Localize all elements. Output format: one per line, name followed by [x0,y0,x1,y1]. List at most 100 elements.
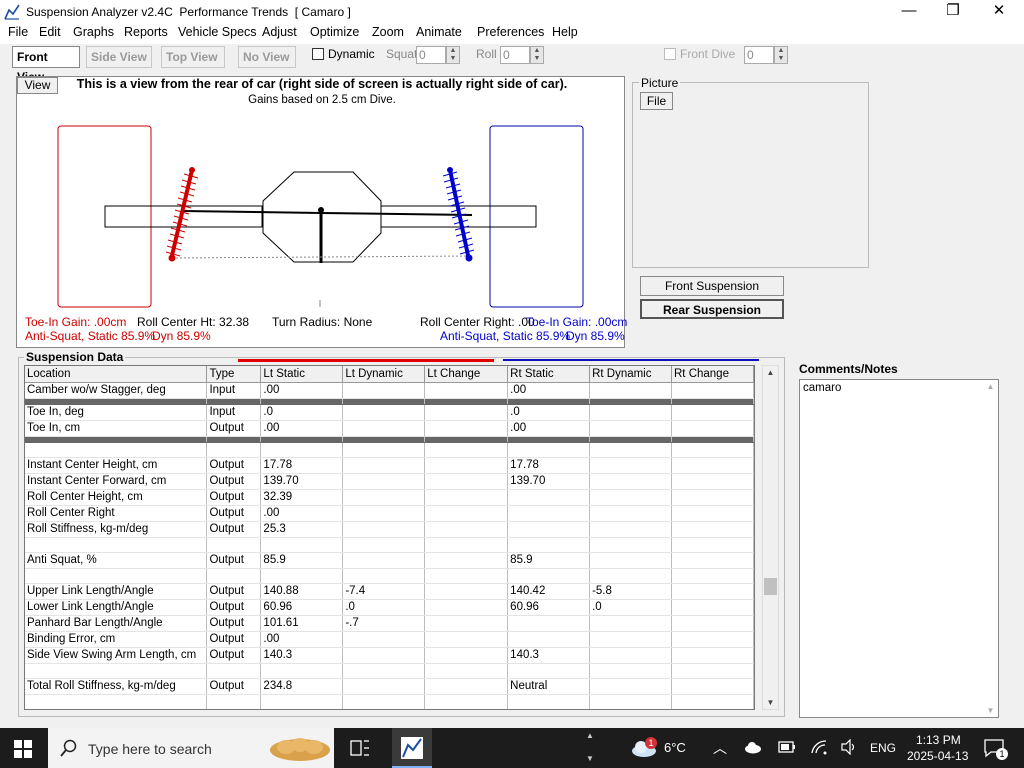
table-cell[interactable] [671,489,754,506]
picture-file-button[interactable]: File [640,92,673,110]
table-cell[interactable] [424,552,509,569]
table-cell[interactable] [507,521,591,538]
view-button[interactable]: View [17,77,58,94]
table-row[interactable]: Toe In, deg Input .0.0 [25,404,754,421]
table-cell[interactable]: Input [206,404,262,421]
language-indicator[interactable]: ENG [870,741,896,755]
tab-no-view[interactable]: No View [238,46,296,68]
table-cell[interactable]: 17.78 [260,457,344,474]
table-cell[interactable] [671,457,754,474]
table-cell[interactable]: 234.8 [260,678,344,695]
table-cell[interactable] [589,505,672,522]
table-cell[interactable]: Output [206,599,262,616]
table-cell[interactable]: Roll Stiffness, kg-m/deg [25,521,208,538]
table-cell[interactable]: Roll Center Height, cm [25,489,208,506]
tab-side-view[interactable]: Side View [86,46,152,68]
table-cell[interactable] [507,631,591,648]
table-cell[interactable]: Lower Link Length/Angle [25,599,208,616]
table-row[interactable]: Panhard Bar Length/Angle Output 101.61 -.7 [25,615,754,632]
table-cell[interactable] [589,552,672,569]
menu-animate[interactable]: Animate [416,25,462,39]
table-cell[interactable] [507,505,591,522]
table-cell[interactable] [424,382,509,399]
table-cell[interactable]: 85.9 [507,552,591,569]
volume-icon[interactable] [840,739,858,755]
table-row[interactable]: Lower Link Length/Angle Output 60.96.0 60.9… [25,599,754,616]
table-cell[interactable] [589,521,672,538]
table-cell[interactable]: 139.70 [260,473,344,490]
table-cell[interactable]: Output [206,631,262,648]
roll-spinner[interactable]: ▲ ▼ [530,46,544,64]
menu-zoom[interactable]: Zoom [372,25,404,39]
menu-file[interactable]: File [8,25,28,39]
table-cell[interactable] [671,631,754,648]
battery-icon[interactable] [778,739,796,755]
minimize-button[interactable]: — [886,0,932,24]
grid-scrollbar-thumb[interactable] [764,578,777,595]
taskbar-app-suspension-analyzer[interactable] [392,728,432,768]
front-dive-input[interactable]: 0 [744,46,774,64]
table-cell[interactable] [589,678,672,695]
table-cell[interactable] [507,615,591,632]
scroll-down-icon[interactable]: ▼ [763,698,778,707]
table-cell[interactable] [342,473,426,490]
table-cell[interactable]: Output [206,521,262,538]
menu-help[interactable]: Help [552,25,578,39]
table-cell[interactable] [589,420,672,437]
table-cell[interactable] [671,521,754,538]
table-cell[interactable]: 140.88 [260,583,344,600]
table-cell[interactable]: Output [206,420,262,437]
table-row[interactable]: Toe In, cm Output .00.00 [25,420,754,437]
menu-preferences[interactable]: Preferences [477,25,544,39]
table-cell[interactable]: .0 [507,404,591,421]
menu-graphs[interactable]: Graphs [73,25,114,39]
tray-scroll-up-icon[interactable]: ▲ [586,731,594,740]
table-cell[interactable]: Output [206,583,262,600]
table-cell[interactable]: Camber wo/w Stagger, deg [25,382,208,399]
table-cell[interactable]: Side View Swing Arm Length, cm [25,647,208,664]
table-cell[interactable]: Roll Center Right [25,505,208,522]
dynamic-checkbox[interactable] [312,48,324,60]
table-cell[interactable]: .00 [260,420,344,437]
table-cell[interactable] [589,631,672,648]
table-cell[interactable]: 32.39 [260,489,344,506]
table-cell[interactable]: 85.9 [260,552,344,569]
tray-scroll-down-icon[interactable]: ▼ [586,754,594,763]
table-cell[interactable]: -.7 [342,615,426,632]
comments-textarea[interactable]: camaro [799,379,999,718]
rear-suspension-button[interactable]: Rear Suspension [640,299,784,319]
table-cell[interactable] [342,631,426,648]
table-cell[interactable]: Output [206,505,262,522]
table-cell[interactable] [424,631,509,648]
table-cell[interactable] [671,599,754,616]
table-cell[interactable] [671,505,754,522]
table-cell[interactable]: Output [206,489,262,506]
table-cell[interactable]: Output [206,552,262,569]
table-row[interactable]: Instant Center Forward, cm Output 139.70 13… [25,473,754,490]
tab-front-view[interactable]: Front View [12,46,80,84]
front-dive-checkbox[interactable] [664,48,676,60]
table-cell[interactable] [671,382,754,399]
table-cell[interactable]: Input [206,382,262,399]
weather-temperature[interactable]: 6°C [664,740,686,755]
table-cell[interactable] [424,457,509,474]
table-cell[interactable]: .0 [342,599,426,616]
table-cell[interactable] [342,457,426,474]
table-cell[interactable] [671,404,754,421]
table-cell[interactable]: .00 [507,420,591,437]
table-cell[interactable] [342,489,426,506]
menu-reports[interactable]: Reports [124,25,168,39]
close-button[interactable]: ✕ [976,0,1022,24]
table-cell[interactable]: 17.78 [507,457,591,474]
table-cell[interactable] [589,615,672,632]
table-cell[interactable] [589,457,672,474]
table-cell[interactable] [507,489,591,506]
table-cell[interactable]: Toe In, cm [25,420,208,437]
grid-scrollbar[interactable]: ▲ ▼ [762,365,779,710]
table-cell[interactable] [424,404,509,421]
show-hidden-icons-chevron-icon[interactable]: ︿ [713,738,727,758]
clock-date[interactable]: 2025-04-13 [907,749,968,763]
table-cell[interactable] [424,521,509,538]
table-row[interactable]: Roll Center Height, cm Output 32.39 [25,489,754,506]
table-cell[interactable] [342,382,426,399]
